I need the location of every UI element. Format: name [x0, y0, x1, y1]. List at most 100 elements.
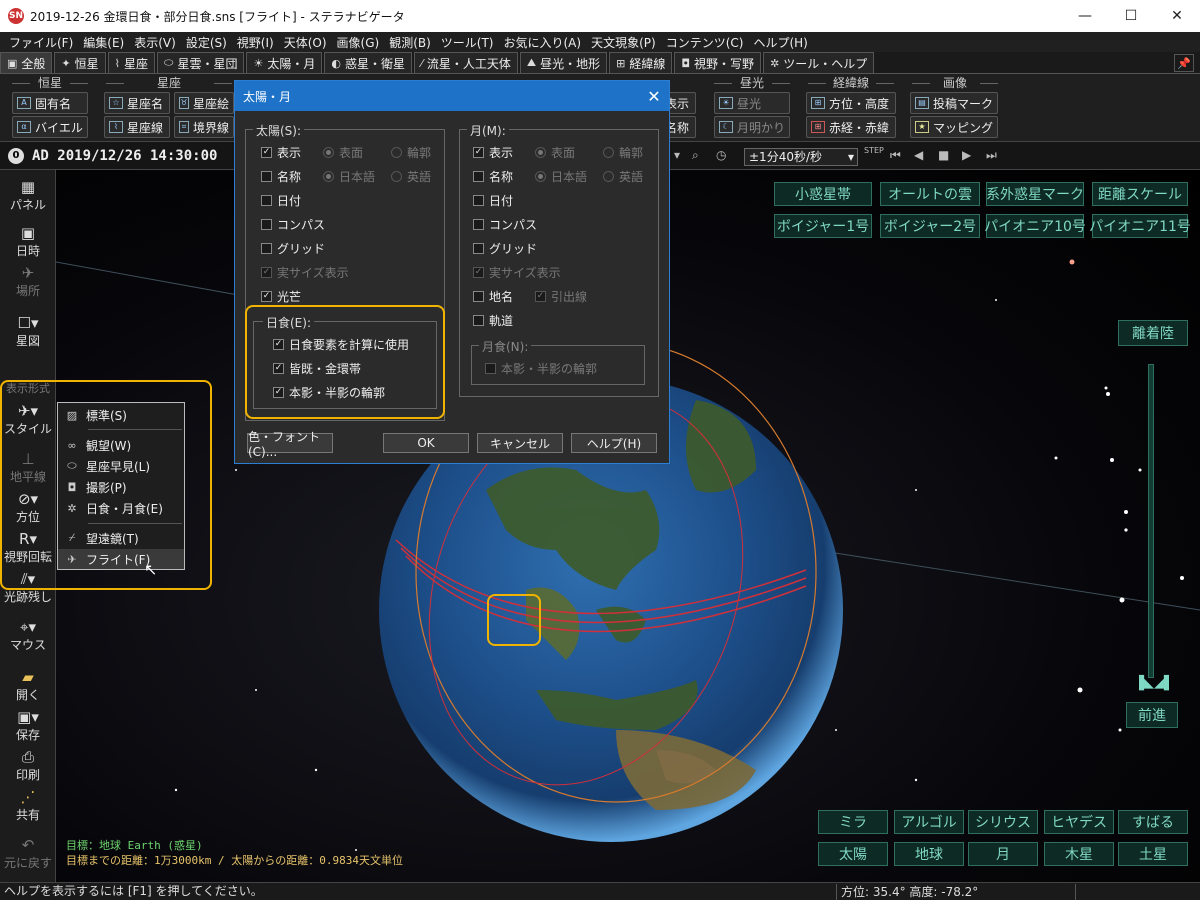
sun-compass-checkbox[interactable]: コンパス [261, 216, 325, 233]
saturn-button[interactable]: 土星 [1118, 842, 1188, 866]
moon-surface-radio[interactable]: 表面 [535, 144, 575, 161]
sun-grid-checkbox[interactable]: グリッド [261, 240, 325, 257]
color-font-button[interactable]: 色・フォント(C)... [247, 430, 333, 459]
mouse-button[interactable]: ⌖▾ マウス [0, 618, 56, 653]
ra-dec-button[interactable]: ⊞ 赤経・赤緯 [806, 116, 896, 138]
exoplanet-mark-button[interactable]: 系外惑星マーク [986, 182, 1084, 206]
stop-icon[interactable]: ■ [938, 148, 949, 162]
dropdown-arrow-icon[interactable]: ▾ [674, 148, 680, 162]
help-button[interactable]: ヘルプ(H) [571, 433, 657, 453]
sun-surface-radio[interactable]: 表面 [323, 144, 363, 161]
style-standard-item[interactable]: ▨ 標準(S) [58, 405, 184, 425]
pleiades-button[interactable]: すばる [1118, 810, 1188, 834]
lunar-umbra-checkbox[interactable]: 本影・半影の輪郭 [485, 360, 597, 377]
search-icon[interactable]: ⌕ [692, 148, 699, 163]
datetime-button[interactable]: ▣ 日時 [0, 224, 56, 259]
play-reverse-icon[interactable]: ◀ [914, 148, 923, 162]
moon-place-name-checkbox[interactable]: 地名 [473, 288, 513, 305]
sun-real-size-checkbox[interactable]: ✓ 実サイズ表示 [261, 264, 349, 281]
style-telescope-item[interactable]: ⌿ 望遠鏡(T) [58, 528, 184, 548]
panel-button[interactable]: ▦ パネル [0, 178, 56, 213]
moon-date-checkbox[interactable]: 日付 [473, 192, 513, 209]
menu-image[interactable]: 画像(G) [332, 34, 385, 51]
open-button[interactable]: ▰ 開く [0, 668, 56, 703]
sun-japanese-radio[interactable]: 日本語 [323, 168, 375, 185]
save-button[interactable]: ▣▾ 保存 [0, 708, 56, 743]
distance-scale-button[interactable]: 距離スケール [1092, 182, 1188, 206]
menu-edit[interactable]: 編集(E) [78, 34, 129, 51]
menu-contents[interactable]: コンテンツ(C) [661, 34, 749, 51]
sun-show-checkbox[interactable]: ✓ 表示 [261, 144, 301, 161]
menu-tools[interactable]: ツール(T) [436, 34, 499, 51]
moon-real-size-checkbox[interactable]: ✓ 実サイズ表示 [473, 264, 561, 281]
undo-button[interactable]: ↶ 元に戻す [0, 836, 56, 871]
daylight-button[interactable]: ☀ 昼光 [714, 92, 790, 114]
moon-show-checkbox[interactable]: ✓ 表示 [473, 144, 513, 161]
proper-name-button[interactable]: A 固有名 [12, 92, 88, 114]
style-eclipse-item[interactable]: ✲ 日食・月食(E) [58, 498, 184, 518]
bayer-button[interactable]: α バイエル [12, 116, 88, 138]
sun-button[interactable]: 太陽 [818, 842, 888, 866]
moon-leader-checkbox[interactable]: ✓ 引出線 [535, 288, 587, 305]
print-button[interactable]: ⎙ 印刷 [0, 748, 56, 783]
cancel-button[interactable]: キャンセル [477, 433, 563, 453]
tab-planets[interactable]: ◐ 惑星・衛星 [324, 52, 412, 73]
constellation-lines-button[interactable]: ⌇ 星座線 [104, 116, 170, 138]
style-quicklook-item[interactable]: ⬭ 星座早見(L) [58, 456, 184, 476]
moon-japanese-radio[interactable]: 日本語 [535, 168, 587, 185]
clock-icon[interactable]: ◷ [716, 148, 726, 162]
tab-stars[interactable]: ✦ 恒星 [54, 52, 106, 73]
share-button[interactable]: ⋰ 共有 [0, 788, 56, 823]
close-button[interactable]: ✕ [1154, 0, 1200, 32]
mapping-button[interactable]: ★ マッピング [910, 116, 998, 138]
azimuth-altitude-button[interactable]: ⊞ 方位・高度 [806, 92, 896, 114]
play-icon[interactable]: ▶ [962, 148, 971, 162]
forward-button[interactable]: 前進 [1126, 702, 1178, 728]
jupiter-button[interactable]: 木星 [1044, 842, 1114, 866]
menu-view[interactable]: 表示(V) [129, 34, 181, 51]
style-flight-item[interactable]: ✈ フライト(F) [58, 549, 184, 569]
tab-nebulae[interactable]: ⬭ 星雲・星団 [157, 52, 245, 73]
step-label[interactable]: STEP [864, 146, 884, 155]
tab-field[interactable]: ◘ 視野・写野 [674, 52, 762, 73]
boundary-button[interactable]: ⌗ 境界線 [174, 116, 234, 138]
sun-english-radio[interactable]: 英語 [391, 168, 431, 185]
menu-favorites[interactable]: お気に入り(A) [499, 34, 587, 51]
tab-daylight[interactable]: ⛰ 昼光・地形 [519, 52, 608, 73]
maximize-button[interactable]: ☐ [1108, 0, 1154, 32]
moon-english-radio[interactable]: 英語 [603, 168, 643, 185]
post-mark-button[interactable]: ▤ 投稿マーク [910, 92, 998, 114]
speed-select[interactable]: ±1分40秒/秒 ▾ [744, 148, 858, 166]
menu-help[interactable]: ヘルプ(H) [748, 34, 812, 51]
moon-orbit-checkbox[interactable]: 軌道 [473, 312, 513, 329]
ok-button[interactable]: OK [383, 433, 469, 453]
forward-end-icon[interactable]: ⏭ [986, 148, 997, 163]
starmap-button[interactable]: ☐▾ 星図 [0, 314, 56, 349]
minimize-button[interactable]: — [1062, 0, 1108, 32]
pin-icon[interactable]: 📌 [1174, 54, 1194, 72]
tab-general[interactable]: ▣ 全般 [0, 52, 53, 73]
style-photo-item[interactable]: ◘ 撮影(P) [58, 477, 184, 497]
constellation-name-button[interactable]: ☆ 星座名 [104, 92, 170, 114]
takeoff-landing-button[interactable]: 離着陸 [1118, 320, 1188, 346]
voyager2-button[interactable]: ボイジャー2号 [880, 214, 980, 238]
menu-file[interactable]: ファイル(F) [4, 34, 78, 51]
pioneer10-button[interactable]: パイオニア10号 [984, 214, 1086, 238]
speed-slider-track[interactable] [1148, 364, 1154, 678]
sun-date-checkbox[interactable]: 日付 [261, 192, 301, 209]
tab-gridlines[interactable]: ⊞ 経緯線 [609, 52, 673, 73]
tab-sun-moon[interactable]: ☀ 太陽・月 [246, 52, 323, 73]
constellation-picture-button[interactable]: ♉ 星座絵 [174, 92, 234, 114]
datetime-display[interactable]: AD 2019/12/26 14:30:00 [32, 148, 217, 164]
rewind-start-icon[interactable]: ⏮ [890, 148, 901, 163]
moon-grid-checkbox[interactable]: グリッド [473, 240, 537, 257]
menu-field[interactable]: 視野(I) [232, 34, 279, 51]
place-button[interactable]: ✈ 場所 [0, 264, 56, 299]
style-binocular-item[interactable]: ∞ 観望(W) [58, 435, 184, 455]
moon-compass-checkbox[interactable]: コンパス [473, 216, 537, 233]
sun-glare-checkbox[interactable]: ✓ 光芒 [261, 288, 301, 305]
time-mode-indicator[interactable]: 0 [8, 147, 24, 164]
sirius-button[interactable]: シリウス [968, 810, 1038, 834]
dialog-close-icon[interactable]: ✕ [639, 87, 669, 106]
moon-name-checkbox[interactable]: 名称 [473, 168, 513, 185]
